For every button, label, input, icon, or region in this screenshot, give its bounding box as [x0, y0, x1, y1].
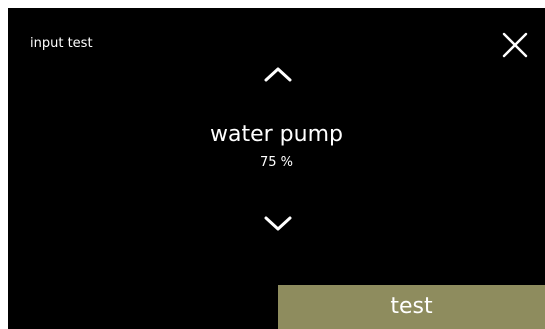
close-button[interactable] — [500, 30, 530, 60]
chevron-down-icon — [264, 216, 292, 231]
decrease-button[interactable] — [258, 212, 298, 236]
input-test-screen: input test water pump 75 % test — [8, 8, 545, 329]
close-icon — [502, 32, 528, 58]
test-button[interactable]: test — [278, 285, 545, 329]
increase-button[interactable] — [258, 62, 298, 86]
parameter-name: water pump — [210, 122, 343, 147]
chevron-up-icon — [264, 67, 292, 82]
parameter-value: 75 % — [259, 155, 294, 170]
screen-title: input test — [30, 36, 93, 51]
